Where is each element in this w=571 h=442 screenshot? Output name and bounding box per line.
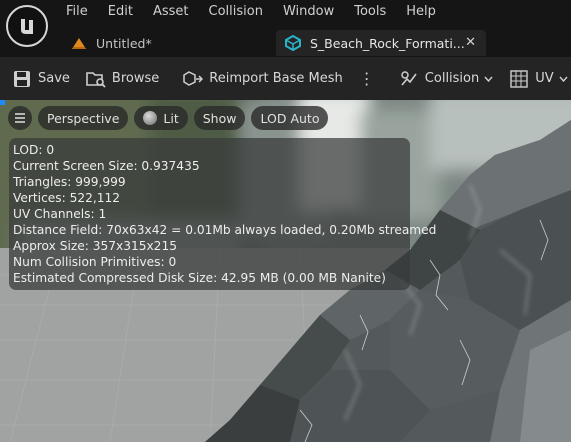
lit-button[interactable]: Lit [134,106,188,130]
stat-lod: LOD: 0 [13,143,55,157]
lit-label: Lit [163,110,179,126]
menu-window[interactable]: Window [273,0,344,24]
tab-untitled-label: Untitled* [96,35,152,51]
menu-help[interactable]: Help [396,0,446,24]
viewport-focus-indicator [0,100,5,105]
stat-screen-size: Current Screen Size: 0.937435 [13,159,200,173]
save-button[interactable]: Save [0,64,78,94]
stat-triangles: Triangles: 999,999 [13,175,126,189]
menu-collision[interactable]: Collision [199,0,273,24]
level-icon [70,35,88,51]
close-icon[interactable]: ✕ [465,35,476,50]
unreal-engine-logo[interactable] [6,5,48,47]
stat-uv-channels: UV Channels: 1 [13,207,107,221]
stat-disk-size: Estimated Compressed Disk Size: 42.95 MB… [13,271,386,285]
reimport-label: Reimport Base Mesh [209,71,343,86]
tab-static-mesh[interactable]: S_Beach_Rock_Formati... ✕ [276,30,486,56]
collision-icon [399,70,419,88]
chevron-down-icon [484,74,493,83]
reimport-base-mesh-button[interactable]: Reimport Base Mesh [175,64,351,94]
collision-label: Collision [424,71,480,86]
stat-distance-field: Distance Field: 70x63x42 = 0.01Mb always… [13,223,437,237]
perspective-button[interactable]: Perspective [38,106,129,130]
floppy-disk-icon [12,70,32,88]
tab-untitled[interactable]: Untitled* [70,30,270,56]
viewport-options-button[interactable] [8,106,32,130]
uv-dropdown[interactable]: UV [501,64,571,94]
title-bar: File Edit Asset Collision Window Tools H… [0,0,571,60]
viewport-toolbar: Perspective Lit Show LOD Auto [8,106,329,130]
more-options-icon[interactable]: ⋮ [351,69,383,88]
chevron-down-icon [559,74,568,83]
collision-dropdown[interactable]: Collision [391,64,501,94]
tab-static-mesh-label: S_Beach_Rock_Formati... [310,35,465,51]
uv-grid-icon [509,69,529,88]
menu-file[interactable]: File [56,0,98,24]
menu-edit[interactable]: Edit [98,0,143,24]
mesh-viewport[interactable]: Perspective Lit Show LOD Auto LOD: 0 Cur… [0,100,571,442]
folder-search-icon [86,70,106,88]
lod-button[interactable]: LOD Auto [251,106,329,130]
reimport-mesh-icon [183,70,204,88]
stat-collision-primitives: Num Collision Primitives: 0 [13,255,177,269]
hamburger-icon [15,113,25,123]
stat-approx-size: Approx Size: 357x315x215 [13,239,177,253]
show-button[interactable]: Show [193,106,246,130]
save-label: Save [38,71,70,86]
stat-vertices: Vertices: 522,112 [13,191,120,205]
browse-label: Browse [111,71,160,86]
main-menu: File Edit Asset Collision Window Tools H… [56,0,446,24]
asset-toolbar: Save Browse Reimport Base Mesh ⋮ Collisi… [0,57,571,100]
static-mesh-icon [284,35,302,51]
unreal-logo-glyph [21,19,33,34]
mesh-stats-overlay: LOD: 0 Current Screen Size: 0.937435 Tri… [9,138,437,290]
menu-asset[interactable]: Asset [143,0,199,24]
menu-tools[interactable]: Tools [344,0,396,24]
browse-button[interactable]: Browse [78,64,167,94]
uv-label: UV [535,71,554,86]
lit-sphere-icon [143,111,158,125]
